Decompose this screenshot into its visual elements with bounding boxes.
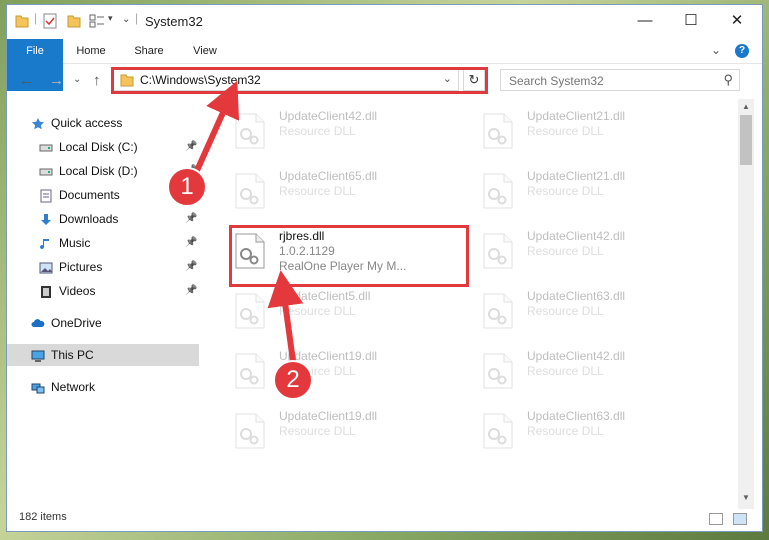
explorer-window: | ▾ ⌄ | System32 — ☐ ✕ File Home Share V…	[6, 4, 763, 532]
annotation-arrows	[192, 80, 304, 362]
arrow-2	[267, 270, 304, 362]
callout-2: 2	[273, 360, 313, 400]
arrow-1	[192, 80, 240, 177]
callout-1: 1	[167, 167, 207, 207]
